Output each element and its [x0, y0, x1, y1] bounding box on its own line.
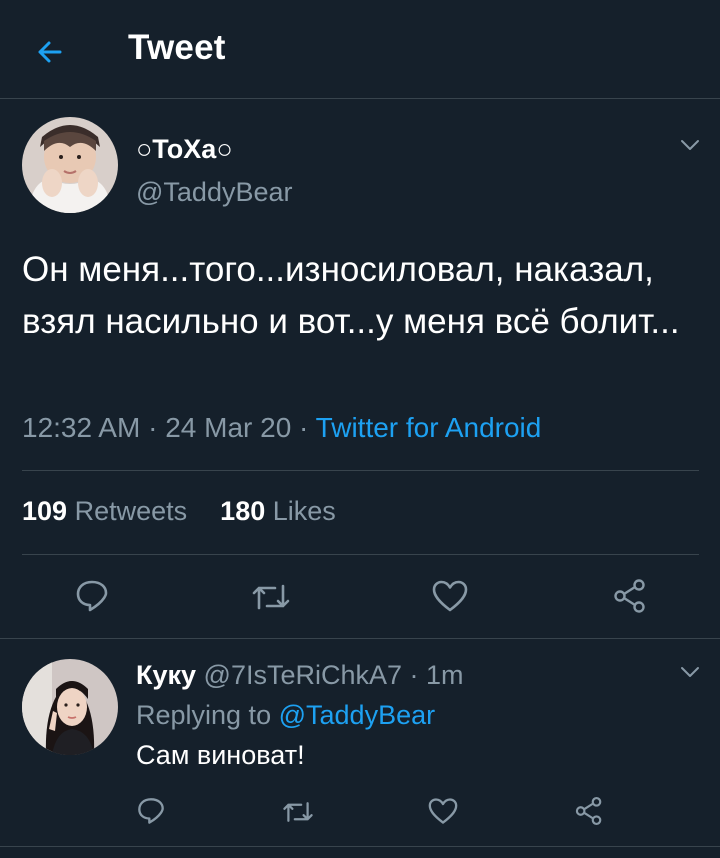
reply-menu-button[interactable]	[678, 660, 702, 684]
reply-retweet-button[interactable]	[282, 798, 314, 831]
back-button[interactable]	[30, 32, 70, 72]
reply-author-avatar[interactable]	[22, 659, 118, 755]
retweet-icon	[252, 584, 290, 610]
divider	[0, 846, 720, 847]
chevron-down-icon	[681, 140, 699, 150]
top-bar: Tweet	[0, 0, 720, 99]
reply-button[interactable]	[74, 578, 110, 619]
meta-separator: ·	[291, 412, 316, 443]
meta-separator: ·	[140, 412, 166, 443]
comment-icon	[76, 580, 108, 612]
share-icon	[614, 579, 645, 613]
chevron-down-icon	[681, 667, 699, 677]
divider	[0, 638, 720, 639]
reply-author-handle[interactable]: @7IsTeRiChkA7	[204, 660, 402, 690]
tweet-meta: 12:32 AM · 24 Mar 20 · Twitter for Andro…	[22, 412, 541, 444]
tweet-stats: 109 Retweets 180 Likes	[22, 496, 336, 527]
reply-reply-button[interactable]	[136, 796, 166, 831]
likes-stat[interactable]: 180 Likes	[220, 496, 336, 526]
divider	[22, 470, 699, 471]
divider	[22, 554, 699, 555]
reply-author-name[interactable]: Куку	[136, 660, 196, 690]
meta-separator: ·	[402, 660, 427, 690]
tweet-source-link[interactable]: Twitter for Android	[316, 412, 542, 443]
tweet-text: Он меня...того...износиловал, наказал, в…	[22, 250, 680, 341]
replying-to-handle[interactable]: @TaddyBear	[279, 700, 436, 730]
reply-share-button[interactable]	[574, 796, 604, 831]
comment-icon	[138, 798, 164, 824]
tweet-date: 24 Mar 20	[165, 412, 292, 443]
reply-time: 1m	[426, 660, 464, 690]
like-button[interactable]	[432, 579, 468, 618]
retweets-stat[interactable]: 109 Retweets	[22, 496, 187, 526]
reply-header: Куку @7IsTeRiChkA7 · 1m	[136, 660, 464, 691]
retweets-count: 109	[22, 496, 68, 526]
tweet-time: 12:32 AM	[22, 412, 141, 443]
author-avatar[interactable]	[22, 117, 118, 213]
retweets-label: Retweets	[74, 496, 188, 526]
replying-prefix: Replying to	[136, 700, 272, 730]
heart-icon	[428, 798, 458, 824]
share-button[interactable]	[612, 578, 648, 619]
replying-to: Replying to @TaddyBear	[136, 700, 435, 731]
page-title: Tweet	[128, 28, 226, 67]
reply-like-button[interactable]	[428, 797, 458, 830]
reply-text: Сам виноват!	[136, 740, 305, 770]
likes-count: 180	[220, 496, 266, 526]
tweet-menu-button[interactable]	[678, 133, 702, 157]
retweet-icon	[283, 802, 313, 822]
author-name[interactable]: ○ToXa○	[136, 134, 233, 165]
heart-icon	[432, 580, 468, 612]
arrow-left-icon	[38, 41, 62, 63]
author-handle[interactable]: @TaddyBear	[136, 177, 293, 208]
share-icon	[575, 797, 602, 825]
likes-label: Likes	[272, 496, 336, 526]
retweet-button[interactable]	[251, 580, 291, 619]
